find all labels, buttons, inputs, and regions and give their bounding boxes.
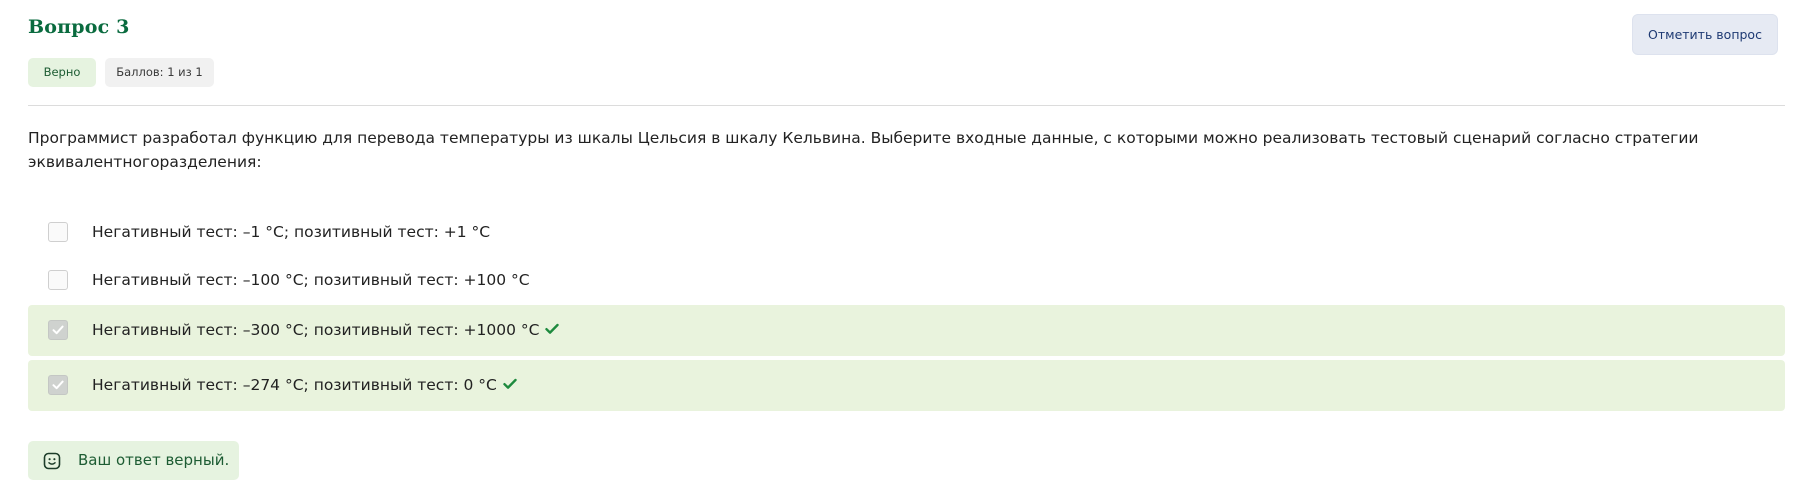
answer-option-1[interactable]: Негативный тест: –1 °C; позитивный тест:… bbox=[28, 207, 1785, 258]
feedback-text: Ваш ответ верный. bbox=[78, 451, 230, 469]
question-text: Программист разработал функцию для перев… bbox=[28, 129, 1699, 171]
correct-check-icon bbox=[545, 323, 560, 334]
answer-option-4[interactable]: Негативный тест: –274 °C; позитивный тес… bbox=[28, 360, 1785, 411]
question-title: Вопрос 3 bbox=[28, 16, 130, 38]
header-divider bbox=[28, 105, 1785, 106]
answer-label: Негативный тест: –1 °C; позитивный тест:… bbox=[92, 223, 491, 241]
answer-checkbox[interactable] bbox=[48, 270, 68, 290]
score-badge: Баллов: 1 из 1 bbox=[105, 58, 214, 87]
answer-label: Негативный тест: –274 °C; позитивный тес… bbox=[92, 374, 517, 396]
smile-icon bbox=[43, 452, 61, 470]
checkmark-icon bbox=[52, 325, 64, 335]
checkmark-icon bbox=[52, 380, 64, 390]
status-badge: Верно bbox=[28, 58, 96, 87]
correct-check-icon bbox=[503, 378, 517, 389]
answer-checkbox-checked[interactable] bbox=[48, 375, 68, 395]
answer-label: Негативный тест: –100 °C; позитивный тес… bbox=[92, 271, 530, 289]
flag-question-button[interactable]: Отметить вопрос bbox=[1632, 14, 1778, 55]
answer-checkbox-checked[interactable] bbox=[48, 320, 68, 340]
answer-checkbox[interactable] bbox=[48, 222, 68, 242]
answer-option-2[interactable]: Негативный тест: –100 °C; позитивный тес… bbox=[28, 255, 1785, 306]
answer-option-3[interactable]: Негативный тест: –300 °C; позитивный тес… bbox=[28, 305, 1785, 356]
feedback-box: Ваш ответ верный. bbox=[28, 441, 239, 480]
answer-label: Негативный тест: –300 °C; позитивный тес… bbox=[92, 319, 560, 341]
